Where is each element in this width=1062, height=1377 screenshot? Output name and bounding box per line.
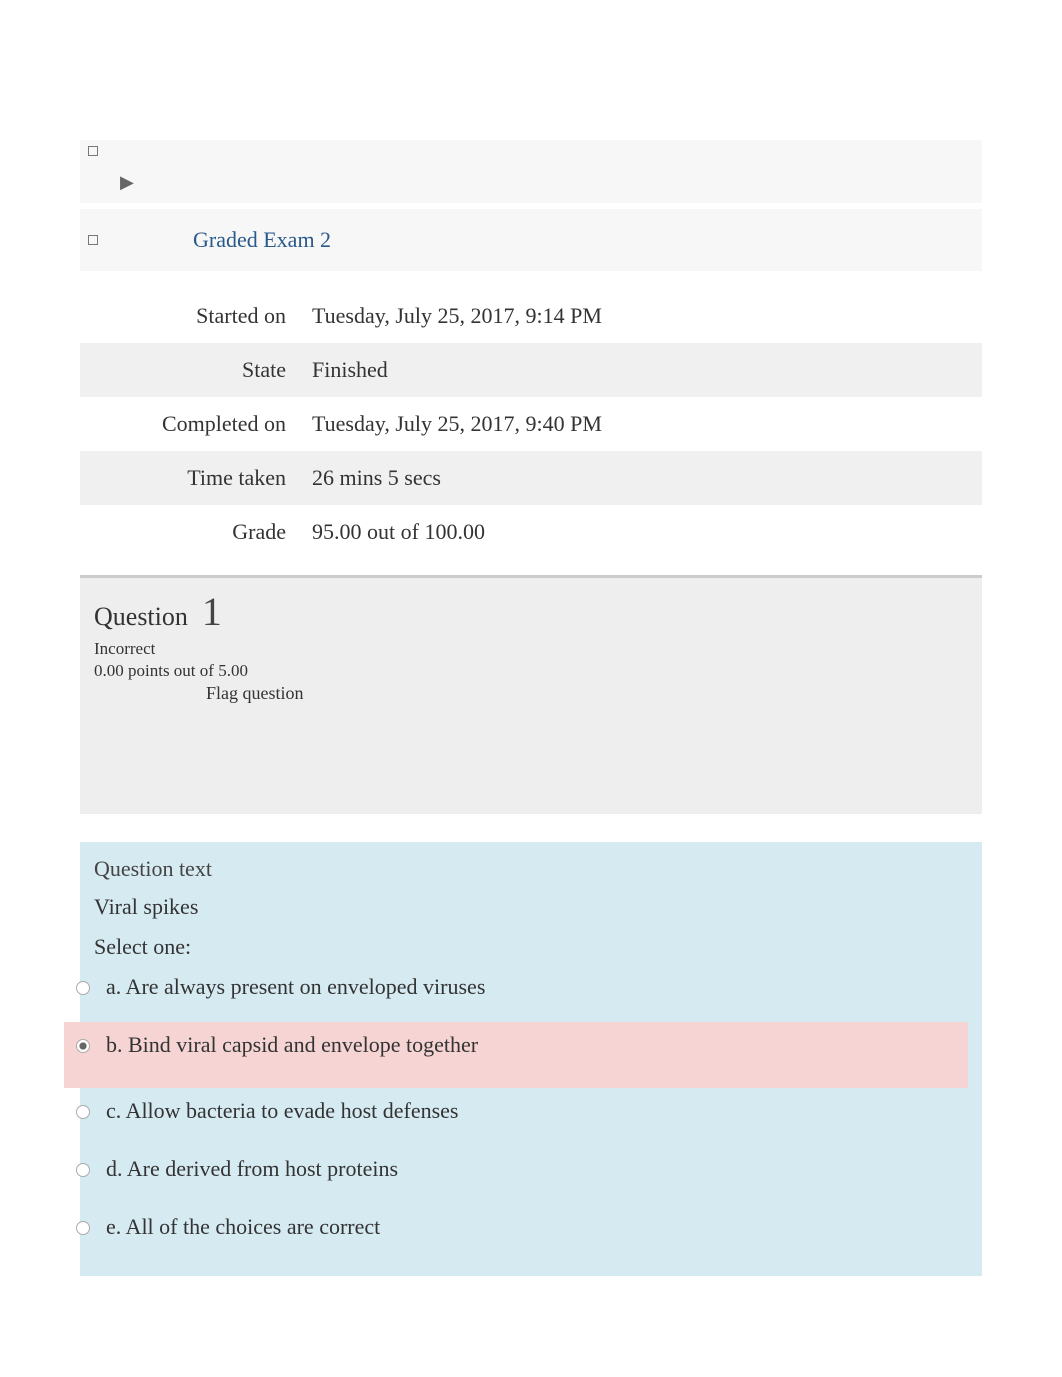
time-taken-label: Time taken: [80, 451, 302, 505]
bullet-icon: [88, 235, 98, 245]
option-c[interactable]: c. Allow bacteria to evade host defenses: [64, 1088, 968, 1146]
time-taken-value: 26 mins 5 secs: [302, 451, 982, 505]
question-header: Question 1: [94, 588, 968, 635]
radio-icon[interactable]: [76, 1221, 90, 1235]
grade-label: Grade: [80, 505, 302, 559]
nav-placeholder-row: [80, 140, 982, 162]
option-a[interactable]: a. Are always present on enveloped virus…: [64, 964, 968, 1022]
summary-row-started: Started on Tuesday, July 25, 2017, 9:14 …: [80, 289, 982, 343]
question-text-section: Question text Viral spikes Select one: a…: [80, 842, 982, 1276]
play-arrow-icon: ▶: [120, 172, 134, 192]
option-a-text: a. Are always present on enveloped virus…: [106, 974, 485, 1000]
select-one-label: Select one:: [94, 934, 968, 960]
completed-on-label: Completed on: [80, 397, 302, 451]
state-label: State: [80, 343, 302, 397]
summary-row-completed: Completed on Tuesday, July 25, 2017, 9:4…: [80, 397, 982, 451]
question-points: 0.00 points out of 5.00: [94, 661, 968, 681]
bullet-icon: [88, 146, 98, 156]
radio-icon[interactable]: [76, 1163, 90, 1177]
question-prompt: Viral spikes: [94, 894, 968, 920]
completed-on-value: Tuesday, July 25, 2017, 9:40 PM: [302, 397, 982, 451]
started-on-label: Started on: [80, 289, 302, 343]
question-info-block: Question 1 Incorrect 0.00 points out of …: [80, 575, 982, 814]
question-status: Incorrect: [94, 639, 968, 659]
attempt-summary-table: Started on Tuesday, July 25, 2017, 9:14 …: [80, 289, 982, 559]
option-e[interactable]: e. All of the choices are correct: [64, 1204, 968, 1262]
option-e-text: e. All of the choices are correct: [106, 1214, 380, 1240]
state-value: Finished: [302, 343, 982, 397]
radio-icon[interactable]: [76, 1039, 90, 1053]
radio-icon[interactable]: [76, 1105, 90, 1119]
question-number: 1: [202, 588, 222, 635]
expand-arrow-row[interactable]: ▶: [80, 162, 982, 203]
flag-question-link[interactable]: Flag question: [94, 683, 968, 704]
breadcrumb-link[interactable]: Graded Exam 2: [193, 227, 331, 253]
grade-value: 95.00 out of 100.00: [302, 505, 982, 559]
summary-row-state: State Finished: [80, 343, 982, 397]
option-c-text: c. Allow bacteria to evade host defenses: [106, 1098, 458, 1124]
question-text-heading: Question text: [94, 856, 968, 882]
summary-row-grade: Grade 95.00 out of 100.00: [80, 505, 982, 559]
option-d-text: d. Are derived from host proteins: [106, 1156, 398, 1182]
breadcrumb-row: Graded Exam 2: [80, 209, 982, 271]
option-b-text: b. Bind viral capsid and envelope togeth…: [106, 1032, 478, 1058]
summary-row-time: Time taken 26 mins 5 secs: [80, 451, 982, 505]
radio-icon[interactable]: [76, 981, 90, 995]
option-b[interactable]: b. Bind viral capsid and envelope togeth…: [64, 1022, 968, 1088]
started-on-value: Tuesday, July 25, 2017, 9:14 PM: [302, 289, 982, 343]
question-label: Question: [94, 602, 188, 632]
option-d[interactable]: d. Are derived from host proteins: [64, 1146, 968, 1204]
